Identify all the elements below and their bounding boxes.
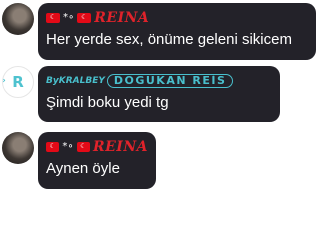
sender-prefix: ByKRALBEY <box>46 75 105 86</box>
sender-name: DOGUKAN REİS <box>106 73 234 88</box>
sender-name-row[interactable]: ☾ *∘ ☾ REINA <box>46 9 308 26</box>
sender-name: REINA <box>94 9 150 26</box>
moon-star-icon: *∘ <box>63 12 75 23</box>
message-bubble-2: ByKRALBEY DOGUKAN REİS Şimdi boku yedi t… <box>38 66 280 122</box>
avatar-letter: R <box>12 73 24 91</box>
turkey-flag-icon: ☾ <box>77 12 92 23</box>
turkey-flag-icon: ☾ <box>46 12 60 23</box>
message-bubble-3: ☾ *∘ ☾ REINA Aynen öyle <box>38 132 156 189</box>
sender-name: REINA <box>92 138 148 155</box>
avatar-dogukan[interactable]: » R <box>2 66 34 98</box>
turkey-flag-icon: ☾ <box>46 141 60 152</box>
message-text: Aynen öyle <box>46 160 120 177</box>
moon-star-icon: *∘ <box>62 141 74 152</box>
turkey-flag-icon: ☾ <box>76 141 90 152</box>
avatar-reina[interactable] <box>2 3 34 35</box>
message-text: Her yerde sex, önüme geleni sikicem <box>46 31 292 48</box>
sender-name-row[interactable]: ByKRALBEY DOGUKAN REİS <box>46 72 272 89</box>
message-bubble-1: ☾ *∘ ☾ REINA Her yerde sex, önüme geleni… <box>38 3 316 60</box>
message-text: Şimdi boku yedi tg <box>46 94 169 111</box>
avatar-tag: » <box>3 76 6 86</box>
avatar-reina[interactable] <box>2 132 34 164</box>
sender-name-row[interactable]: ☾ *∘ ☾ REINA <box>46 138 148 155</box>
